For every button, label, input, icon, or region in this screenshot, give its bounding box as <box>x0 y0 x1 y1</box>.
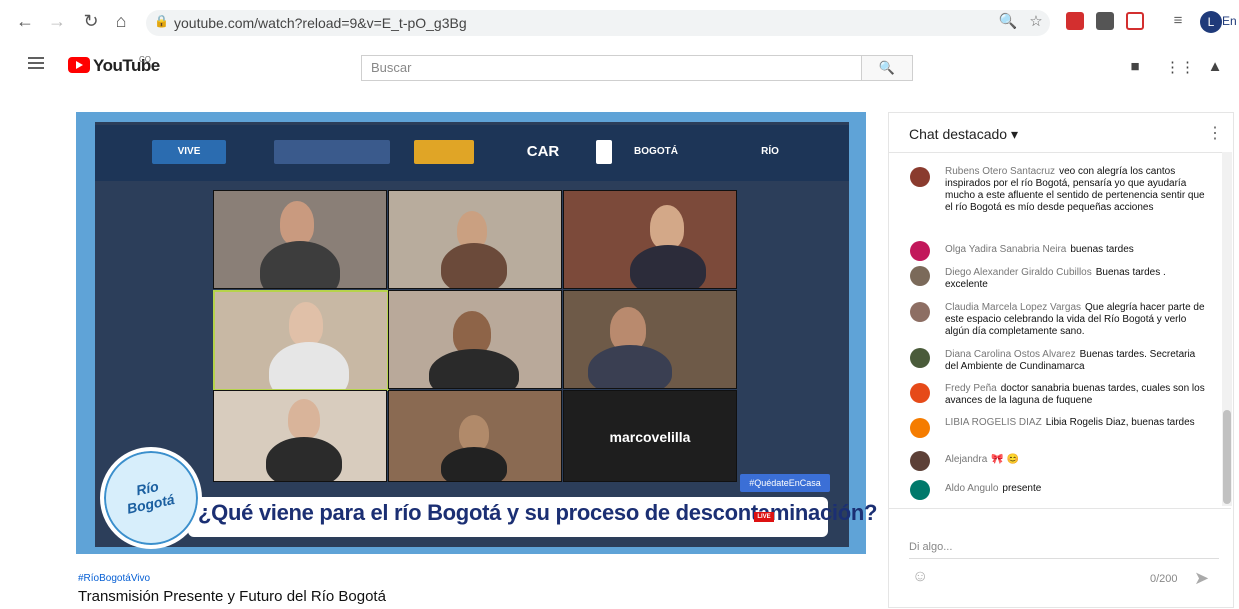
chat-message: Alejandra 🎀 😊 <box>945 454 1207 466</box>
chat-message: Aldo Angulo presente <box>945 483 1207 495</box>
chat-header-label: Chat destacado <box>909 126 1008 142</box>
create-video-icon[interactable]: ■ <box>1125 58 1145 75</box>
chat-author[interactable]: Fredy Peña <box>945 383 997 394</box>
send-icon[interactable]: ➤ <box>1194 568 1209 589</box>
cundinamarca-logo <box>414 140 474 164</box>
chat-author[interactable]: LIBIA ROGELIS DIAZ <box>945 417 1042 428</box>
live-badge: LIVE <box>754 512 774 522</box>
chat-input-underline <box>909 558 1219 559</box>
chat-avatar <box>910 167 930 187</box>
sponsor-logo: RÍO <box>761 146 779 157</box>
menu-icon[interactable] <box>28 54 44 72</box>
video-tile <box>563 290 737 389</box>
search-input[interactable] <box>361 55 863 81</box>
chat-avatar <box>910 451 930 471</box>
chat-avatar <box>910 266 930 286</box>
url-text[interactable]: youtube.com/watch?reload=9&v=E_t-pO_g3Bg <box>174 15 467 31</box>
extension-icon[interactable] <box>1066 12 1084 30</box>
chat-author[interactable]: Diego Alexander Giraldo Cubillos <box>945 267 1092 278</box>
extension-icon[interactable] <box>1096 12 1114 30</box>
chat-message: Olga Yadira Sanabria Neira buenas tardes <box>945 244 1207 256</box>
profile-avatar[interactable]: L <box>1200 11 1222 33</box>
chat-author[interactable]: Rubens Otero Santacruz <box>945 166 1055 177</box>
notifications-bell-icon[interactable]: ▲ <box>1205 58 1225 75</box>
government-logo <box>274 140 390 164</box>
video-tile <box>563 190 737 289</box>
chat-message: Claudia Marcela Lopez Vargas Que alegría … <box>945 302 1207 338</box>
sponsor-logo: CAR <box>526 143 560 160</box>
chat-message: Rubens Otero Santacruz veo con alegría lo… <box>945 166 1207 214</box>
chat-scroll-thumb[interactable] <box>1223 410 1231 504</box>
chat-input-divider <box>889 508 1231 509</box>
chat-message: Diana Carolina Ostos Alvarez Buenas tarde… <box>945 349 1207 373</box>
search-button[interactable]: 🔍 <box>861 55 913 81</box>
chat-message: LIBIA ROGELIS DIAZ Libia Rogelis Diaz, bu… <box>945 417 1207 429</box>
video-tile <box>388 290 562 389</box>
reading-list-icon[interactable]: ≡ <box>1168 12 1188 29</box>
lock-icon[interactable]: 🔒 <box>154 14 169 28</box>
char-counter: 0/200 <box>1150 573 1178 585</box>
shield-logo <box>596 140 612 164</box>
reload-icon[interactable]: ↻ <box>80 10 102 32</box>
video-hashtag[interactable]: #RíoBogotáVivo <box>78 573 150 584</box>
search-placeholder[interactable]: Buscar <box>371 60 411 75</box>
video-tile <box>213 390 387 482</box>
chat-avatar <box>910 302 930 322</box>
chat-text: Libia Rogelis Diaz, buenas tardes <box>1045 417 1195 428</box>
bookmark-star-icon[interactable]: ☆ <box>1026 12 1046 30</box>
chat-message: Diego Alexander Giraldo Cubillos Buenas t… <box>945 267 1207 291</box>
search-icon: 🔍 <box>878 60 896 75</box>
chat-avatar <box>910 418 930 438</box>
forward-arrow-icon[interactable]: → <box>46 10 68 32</box>
chat-author[interactable]: Olga Yadira Sanabria Neira <box>945 244 1066 255</box>
pocket-extension-icon[interactable] <box>1126 12 1144 30</box>
banner-title: ¿Qué viene para el río Bogotá y su proce… <box>198 500 878 525</box>
participant-name: marcovelilla <box>609 429 691 445</box>
chat-author[interactable]: Diana Carolina Ostos Alvarez <box>945 349 1076 360</box>
country-code: CO <box>139 55 151 64</box>
chat-author[interactable]: Claudia Marcela Lopez Vargas <box>945 302 1081 313</box>
back-arrow-icon[interactable]: ← <box>14 10 36 32</box>
chat-avatar <box>910 480 930 500</box>
sponsor-logo: VIVE <box>152 140 226 164</box>
chat-avatar <box>910 348 930 368</box>
university-logo <box>704 140 734 164</box>
zoom-icon[interactable]: 🔍 <box>998 12 1018 30</box>
hashtag-badge: #QuédateEnCasa <box>740 474 830 492</box>
chat-avatar <box>910 241 930 261</box>
emoji-icon[interactable]: ☺ <box>912 568 928 586</box>
chat-divider <box>889 152 1231 153</box>
sponsor-logo: BOGOTÁ <box>634 146 678 157</box>
video-title: Transmisión Presente y Futuro del Río Bo… <box>78 588 386 605</box>
home-icon[interactable]: ⌂ <box>110 10 132 32</box>
chat-message: Fredy Peña doctor sanabria buenas tardes,… <box>945 383 1207 407</box>
video-tile <box>388 390 562 482</box>
chat-text: 🎀 😊 <box>991 454 1019 465</box>
video-tile <box>388 190 562 289</box>
more-vert-icon[interactable]: ⋮ <box>1207 123 1223 143</box>
video-tile <box>213 190 387 289</box>
chat-text: buenas tardes <box>1070 244 1134 255</box>
chat-author[interactable]: Alejandra <box>945 454 987 465</box>
chat-text: presente <box>1002 483 1042 494</box>
video-tile: marcovelilla <box>563 390 737 482</box>
translate-snippet[interactable]: En <box>1222 14 1237 28</box>
chat-author[interactable]: Aldo Angulo <box>945 483 998 494</box>
chat-input[interactable]: Di algo... <box>909 541 952 553</box>
chat-avatar <box>910 383 930 403</box>
chat-mode-dropdown[interactable]: Chat destacado ▾ <box>909 126 1018 143</box>
video-tile <box>213 290 389 391</box>
apps-grid-icon[interactable]: ⋮⋮ <box>1165 58 1195 76</box>
youtube-logo-icon[interactable] <box>68 57 90 73</box>
